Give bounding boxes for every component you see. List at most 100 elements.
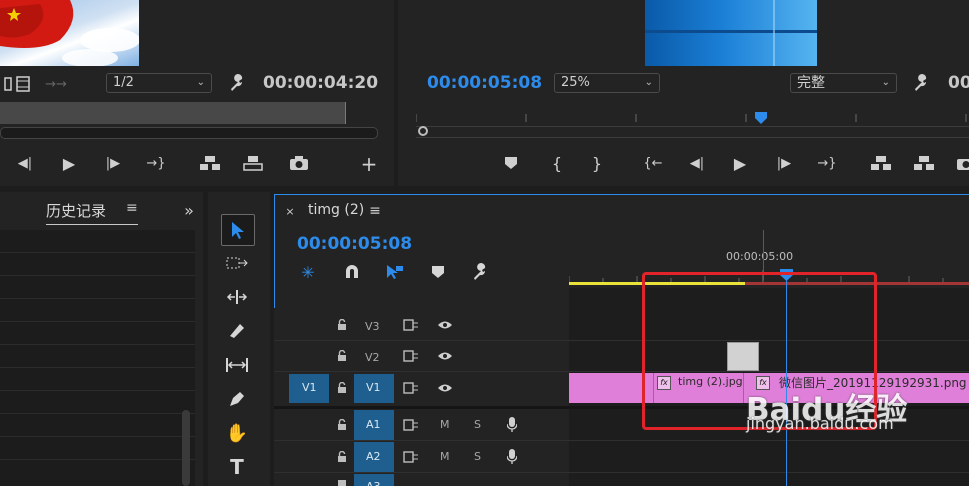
lock-icon[interactable]: [334, 347, 350, 365]
marker-icon[interactable]: [500, 153, 522, 173]
panel-menu-icon[interactable]: ≡: [126, 200, 138, 216]
timeline-tab-title[interactable]: timg (2): [308, 202, 364, 218]
snap-magnet-icon[interactable]: [341, 262, 363, 282]
program-zoom-scrollbar[interactable]: [416, 126, 969, 138]
source-zoom-scrollbar[interactable]: [0, 127, 378, 139]
track-select-tool-icon[interactable]: [221, 248, 253, 278]
mark-in-icon[interactable]: {: [546, 153, 568, 173]
history-tab-title: 历史记录: [46, 202, 107, 220]
wrench-icon[interactable]: [469, 262, 491, 282]
playback-quality-dropdown[interactable]: 完整 ⌄: [790, 73, 897, 93]
program-zoom-value: 25%: [561, 75, 590, 90]
scrollbar-handle-icon[interactable]: [418, 126, 428, 136]
go-to-in-icon[interactable]: {←: [641, 153, 665, 173]
source-zoom-value: 1/2: [113, 75, 134, 90]
go-to-out-icon[interactable]: →}: [815, 153, 839, 173]
camera-icon[interactable]: [287, 153, 311, 173]
drag-audio-icon[interactable]: →→: [44, 74, 68, 94]
type-tool-icon[interactable]: T: [221, 452, 253, 482]
play-icon[interactable]: ▶: [58, 153, 80, 173]
source-zoom-dropdown[interactable]: 1/2 ⌄: [106, 73, 212, 93]
a3-target-patch[interactable]: A3: [354, 474, 394, 486]
go-to-out-icon[interactable]: →}: [144, 153, 168, 173]
panel-menu-icon[interactable]: ≡: [368, 203, 382, 219]
chevron-down-icon: ⌄: [196, 77, 205, 88]
wrench-icon[interactable]: [226, 72, 248, 94]
play-icon[interactable]: ▶: [729, 153, 751, 173]
lock-icon[interactable]: [334, 316, 350, 334]
linked-selection-icon[interactable]: [384, 262, 406, 282]
source-playhead-line: [345, 102, 346, 124]
history-tab[interactable]: 历史记录 ≡: [46, 200, 138, 225]
add-marker-icon[interactable]: [427, 262, 449, 282]
slip-tool-icon[interactable]: [221, 350, 253, 380]
lock-icon[interactable]: [334, 476, 350, 486]
mute-button[interactable]: M: [440, 418, 450, 431]
toggle-sync-lock-icon[interactable]: [402, 416, 420, 434]
nest-toggle-icon[interactable]: ✳: [297, 262, 319, 282]
pen-tool-icon[interactable]: [221, 384, 253, 414]
chevron-down-icon: ⌄: [644, 77, 653, 88]
source-monitor-panel: →→ 1/2 ⌄ 00:00:04:20 ◀| ▶ |▶ →} +: [0, 0, 394, 186]
eye-icon[interactable]: [436, 347, 454, 365]
program-timecode[interactable]: 00:00:05:08: [427, 73, 542, 93]
mark-out-icon[interactable]: }: [586, 153, 608, 173]
toggle-sync-lock-icon[interactable]: [402, 347, 420, 365]
history-list: [0, 230, 195, 486]
program-timecode-partial: 00: [948, 73, 969, 93]
toggle-sync-lock-icon[interactable]: [402, 379, 420, 397]
solo-button[interactable]: S: [474, 418, 481, 431]
playback-quality-value: 完整: [797, 75, 825, 91]
watermark-url: jingyan.baidu.com: [746, 414, 894, 433]
chevron-down-icon: ⌄: [881, 77, 890, 88]
baidu-watermark: Baidu经验 jingyan.baidu.com: [740, 384, 969, 486]
step-forward-icon[interactable]: |▶: [102, 153, 124, 173]
step-back-icon[interactable]: ◀|: [14, 153, 36, 173]
toggle-sync-lock-icon[interactable]: [402, 448, 420, 466]
camera-icon[interactable]: [956, 153, 969, 173]
history-scrollbar[interactable]: [182, 410, 190, 486]
v1-clip-lead[interactable]: [569, 373, 653, 403]
film-strip-icon[interactable]: [0, 74, 34, 94]
microphone-icon[interactable]: [504, 447, 520, 467]
source-timecode[interactable]: 00:00:04:20: [263, 73, 378, 93]
toggle-sync-lock-icon[interactable]: [402, 316, 420, 334]
step-forward-icon[interactable]: |▶: [773, 153, 795, 173]
lock-icon[interactable]: [334, 416, 350, 434]
selection-tool-icon[interactable]: [221, 214, 255, 246]
ripple-edit-tool-icon[interactable]: [221, 282, 253, 312]
timeline-timecode[interactable]: 00:00:05:08: [297, 234, 412, 254]
program-monitor-panel: 00:00:05:08 25% ⌄ 完整 ⌄ 00 { } {← ◀| ▶ |▶…: [398, 0, 969, 186]
lock-icon[interactable]: [334, 379, 350, 397]
hand-tool-icon[interactable]: ✋: [221, 418, 253, 448]
step-back-icon[interactable]: ◀|: [686, 153, 708, 173]
eye-icon[interactable]: [436, 379, 454, 397]
track-label-v1-source: V1: [302, 381, 317, 394]
overwrite-icon[interactable]: [241, 153, 265, 173]
program-video-frame: [645, 0, 817, 66]
panel-overflow-icon[interactable]: »: [178, 200, 200, 220]
program-zoom-dropdown[interactable]: 25% ⌄: [554, 73, 660, 93]
track-label-v3[interactable]: V3: [365, 320, 380, 333]
extract-icon[interactable]: [912, 153, 936, 173]
eye-icon[interactable]: [436, 316, 454, 334]
source-scrub-area[interactable]: [0, 102, 346, 124]
track-label-a3: A3: [366, 480, 381, 486]
wrench-icon[interactable]: [910, 72, 932, 94]
history-panel: 历史记录 ≡ »: [0, 192, 203, 486]
lock-icon[interactable]: [334, 448, 350, 466]
program-ruler-ticks: [416, 114, 967, 122]
solo-button[interactable]: S: [474, 450, 481, 463]
lift-icon[interactable]: [869, 153, 893, 173]
track-label-a1: A1: [366, 418, 381, 431]
insert-icon[interactable]: [198, 153, 222, 173]
razor-tool-icon[interactable]: [221, 316, 253, 346]
flag-image: [0, 0, 139, 66]
program-playhead-marker[interactable]: [755, 109, 767, 124]
add-button-icon[interactable]: +: [358, 152, 380, 176]
mute-button[interactable]: M: [440, 450, 450, 463]
track-label-a2: A2: [366, 450, 381, 463]
close-tab-icon[interactable]: ×: [284, 203, 296, 219]
track-label-v2[interactable]: V2: [365, 351, 380, 364]
microphone-icon[interactable]: [504, 415, 520, 435]
